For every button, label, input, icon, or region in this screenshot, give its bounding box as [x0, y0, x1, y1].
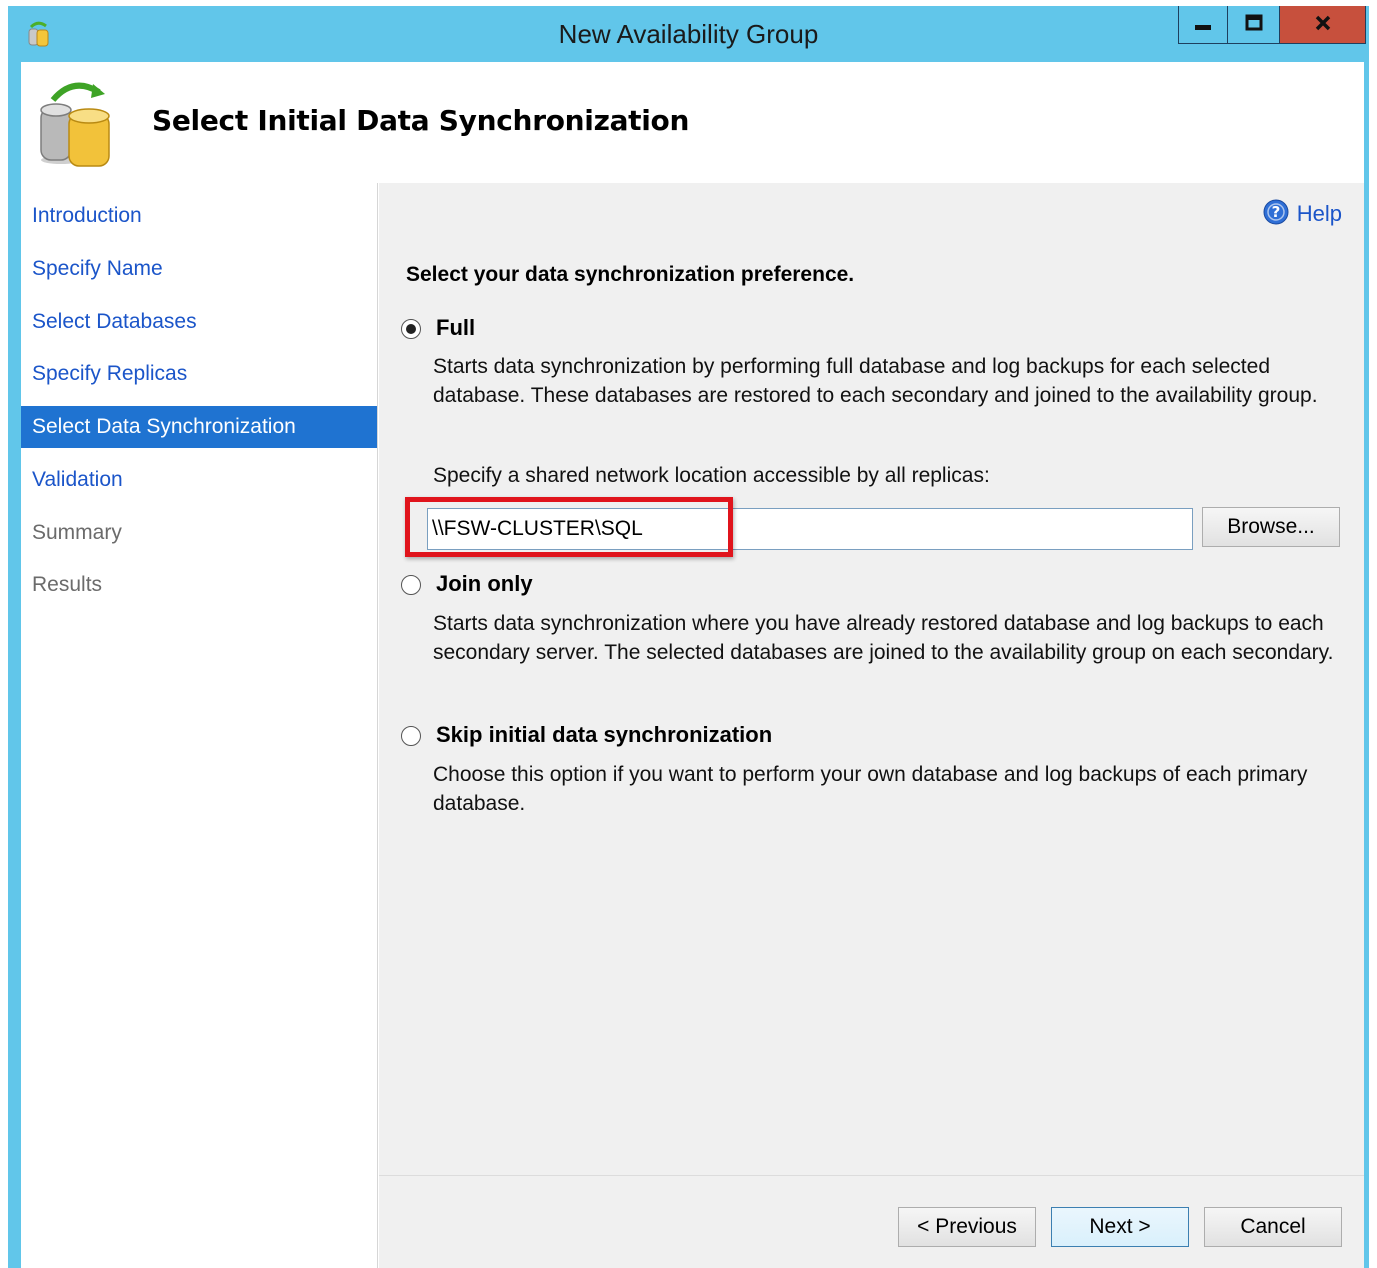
join-only-option-description: Starts data synchronization where you ha…	[433, 612, 1334, 664]
sidebar-item-introduction[interactable]: Introduction	[21, 195, 377, 237]
sidebar-item-results: Results	[32, 573, 103, 596]
database-sync-icon	[39, 78, 119, 174]
cancel-button[interactable]: Cancel	[1204, 1207, 1342, 1247]
sidebar-item-specify-replicas[interactable]: Specify Replicas	[21, 353, 377, 395]
footer-divider	[379, 1175, 1364, 1176]
close-icon	[1313, 13, 1333, 37]
full-option-label[interactable]: Full	[436, 315, 475, 341]
title-bar[interactable]: New Availability Group	[8, 6, 1369, 62]
minimize-button[interactable]	[1178, 6, 1228, 44]
join-only-radio[interactable]	[401, 575, 421, 595]
maximize-icon	[1244, 13, 1264, 37]
sync-preference-prompt: Select your data synchronization prefere…	[406, 263, 855, 286]
skip-sync-option-description: Choose this option if you want to perfor…	[433, 763, 1308, 815]
minimize-icon	[1193, 13, 1213, 37]
page-title: Select Initial Data Synchronization	[152, 104, 690, 137]
help-icon: ?	[1263, 199, 1289, 229]
next-button[interactable]: Next >	[1051, 1207, 1189, 1247]
shared-location-input[interactable]	[427, 508, 1193, 550]
skip-sync-radio[interactable]	[401, 726, 421, 746]
wizard-window: New Availability Group Select Initial Da…	[8, 6, 1369, 1268]
sidebar-item-select-data-synchronization[interactable]: Select Data Synchronization	[21, 406, 377, 448]
full-option-description: Starts data synchronization by performin…	[433, 355, 1318, 407]
full-radio[interactable]	[401, 319, 421, 339]
help-label: Help	[1296, 201, 1342, 226]
window-title: New Availability Group	[558, 19, 819, 49]
radio-selected-dot	[406, 324, 416, 334]
browse-button[interactable]: Browse...	[1202, 507, 1340, 547]
close-button[interactable]	[1280, 6, 1366, 44]
shared-location-label: Specify a shared network location access…	[433, 464, 990, 487]
main-panel: ? Help Select your data synchronization …	[379, 183, 1364, 1268]
sidebar-item-validation[interactable]: Validation	[21, 459, 377, 501]
wizard-client: Select Initial Data Synchronization Intr…	[21, 62, 1364, 1268]
wizard-header: Select Initial Data Synchronization	[21, 62, 1364, 183]
skip-sync-option-label[interactable]: Skip initial data synchronization	[436, 722, 772, 748]
sidebar-item-select-databases[interactable]: Select Databases	[21, 301, 377, 343]
maximize-button[interactable]	[1228, 6, 1280, 44]
join-only-option-label[interactable]: Join only	[436, 571, 533, 597]
help-link[interactable]: ? Help	[1263, 199, 1342, 229]
sidebar-item-specify-name[interactable]: Specify Name	[21, 248, 377, 290]
wizard-steps-sidebar: Introduction Specify Name Select Databas…	[21, 183, 378, 1268]
previous-button[interactable]: < Previous	[898, 1207, 1036, 1247]
svg-text:?: ?	[1271, 203, 1280, 221]
sidebar-item-summary: Summary	[32, 521, 122, 544]
